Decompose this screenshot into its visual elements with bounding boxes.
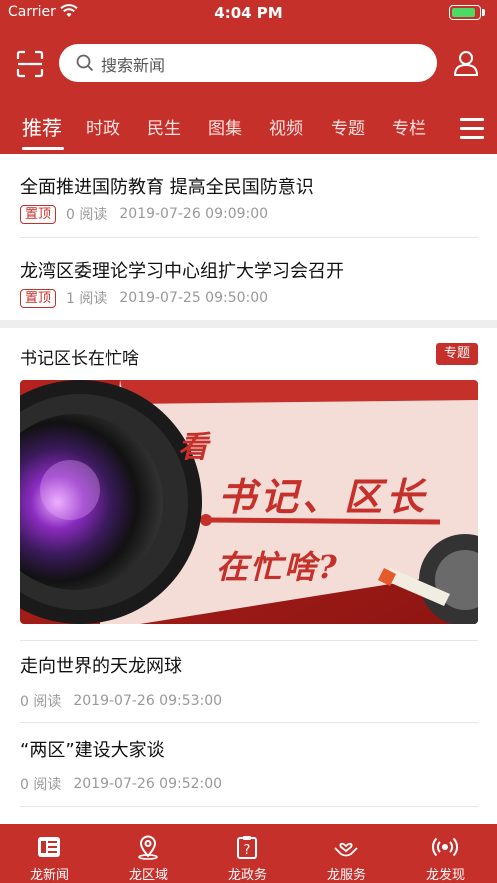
tabbar-news[interactable]: 龙新闻 xyxy=(0,824,99,883)
publish-time: 2019-07-26 09:09:00 xyxy=(119,206,269,222)
broadcast-icon xyxy=(432,837,458,857)
section-separator xyxy=(0,320,497,328)
location-pin-icon xyxy=(138,835,158,860)
scan-icon[interactable] xyxy=(16,50,44,78)
active-tab-indicator xyxy=(22,147,64,150)
battery-tip xyxy=(482,9,485,16)
status-time: 4:04 PM xyxy=(214,4,283,22)
read-count: 0 阅读 xyxy=(66,207,108,223)
user-profile-icon[interactable] xyxy=(452,49,480,77)
topic-badge: 专题 xyxy=(436,343,478,365)
tabbar-label: 龙新闻 xyxy=(29,868,69,883)
topic-banner-image[interactable]: 看 书记、区长 在忙啥? xyxy=(20,380,478,624)
tab-gallery[interactable]: 图集 xyxy=(208,114,242,139)
divider xyxy=(20,722,478,723)
news-item[interactable]: 龙湾区委理论学习中心组扩大学习会召开 xyxy=(20,257,478,283)
news-title: 龙湾区委理论学习中心组扩大学习会召开 xyxy=(20,261,344,282)
news-meta: 0 阅读 2019-07-26 09:53:00 xyxy=(20,691,222,711)
battery-level xyxy=(452,8,476,17)
news-icon xyxy=(38,837,60,857)
tab-columns[interactable]: 专栏 xyxy=(392,114,426,139)
publish-time: 2019-07-26 09:53:00 xyxy=(73,693,223,709)
tabbar-label: 龙服务 xyxy=(326,868,366,883)
tabbar-service[interactable]: 龙服务 xyxy=(297,824,396,883)
read-count: 0 阅读 xyxy=(20,694,62,710)
news-item[interactable]: 走向世界的天龙网球 xyxy=(20,652,478,678)
banner-text-line2: 书记、区长 xyxy=(218,474,429,519)
service-hands-icon xyxy=(334,842,358,857)
publish-time: 2019-07-25 09:50:00 xyxy=(119,290,269,306)
tabbar-label: 龙区域 xyxy=(128,868,168,883)
category-tabs: 推荐 时政 民生 图集 视频 专题 专栏 xyxy=(0,104,497,154)
pinned-badge: 置顶 xyxy=(20,288,57,308)
tabbar-discover[interactable]: 龙发现 xyxy=(396,824,495,883)
app-screen: Carrier 4:04 PM 搜索新闻 推荐 时政 民生 图集 视频 专题 专… xyxy=(0,0,497,883)
battery-icon xyxy=(449,5,481,20)
news-item[interactable]: 全面推进国防教育 提高全民国防意识 xyxy=(20,173,478,199)
divider xyxy=(20,237,478,238)
read-count: 0 阅读 xyxy=(20,777,62,793)
tab-topics[interactable]: 专题 xyxy=(331,114,365,139)
banner-text-line3: 在忙啥? xyxy=(216,548,339,586)
divider xyxy=(20,640,478,641)
tab-video[interactable]: 视频 xyxy=(269,114,303,139)
news-title: 全面推进国防教育 提高全民国防意识 xyxy=(20,177,314,198)
menu-icon[interactable] xyxy=(460,118,484,140)
search-row: 搜索新闻 xyxy=(0,40,497,86)
header: Carrier 4:04 PM 搜索新闻 推荐 时政 民生 图集 视频 专题 专… xyxy=(0,0,497,154)
bottom-tab-bar: 龙新闻 龙区域 ? 龙政务 龙服务 龙发现 xyxy=(0,824,497,883)
tab-livelihood[interactable]: 民生 xyxy=(147,114,181,139)
tabbar-region[interactable]: 龙区域 xyxy=(99,824,198,883)
news-meta: 置顶 0 阅读 2019-07-26 09:09:00 xyxy=(20,204,268,224)
read-count: 1 阅读 xyxy=(66,291,108,307)
banner-text-line1: 看 xyxy=(178,430,208,465)
search-placeholder: 搜索新闻 xyxy=(101,56,166,75)
news-title: 走向世界的天龙网球 xyxy=(20,656,182,677)
status-bar: Carrier 4:04 PM xyxy=(0,0,497,26)
search-icon xyxy=(76,54,94,72)
tab-politics[interactable]: 时政 xyxy=(86,114,120,139)
publish-time: 2019-07-26 09:52:00 xyxy=(73,776,223,792)
news-meta: 0 阅读 2019-07-26 09:52:00 xyxy=(20,774,222,794)
tabbar-label: 龙发现 xyxy=(425,868,465,883)
news-meta: 置顶 1 阅读 2019-07-25 09:50:00 xyxy=(20,288,268,308)
topic-title[interactable]: 书记区长在忙啥 xyxy=(20,344,139,369)
tab-recommend[interactable]: 推荐 xyxy=(22,112,62,141)
tabbar-label: 龙政务 xyxy=(227,868,267,883)
tabbar-government[interactable]: ? 龙政务 xyxy=(198,824,297,883)
news-title: “两区”建设大家谈 xyxy=(20,740,165,761)
news-item[interactable]: “两区”建设大家谈 xyxy=(20,736,478,762)
search-input[interactable]: 搜索新闻 xyxy=(59,44,437,82)
pinned-badge: 置顶 xyxy=(20,204,57,224)
svg-text:?: ? xyxy=(244,843,251,858)
divider xyxy=(20,806,478,807)
clipboard-question-icon: ? xyxy=(237,836,257,859)
